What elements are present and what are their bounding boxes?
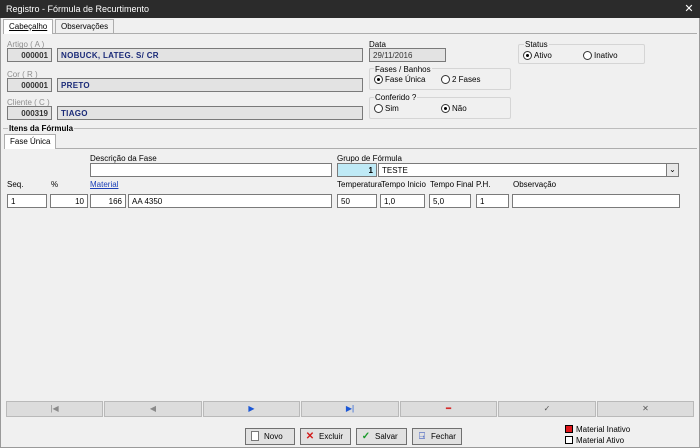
radio-selected-icon [374,75,383,85]
col-observacao-header: Observação [513,180,557,189]
tab-divider [3,33,697,34]
material-name-input[interactable]: AA 4350 [128,194,332,208]
tempo-final-input[interactable]: 5,0 [429,194,471,208]
close-icon: ✕ [642,404,649,413]
subtab-divider [4,148,697,149]
col-tempo-inicio-header: Tempo Inicio [381,180,426,189]
first-icon: |◀ [50,404,59,413]
next-icon: ▶ [248,404,255,413]
radio-icon [583,51,592,61]
duas-fases-radio[interactable]: 2 Fases [441,75,481,85]
window-title: Registro - Fórmula de Recurtimento [6,4,150,14]
status-inativo-label: Inativo [594,51,618,61]
minus-icon: ━ [446,404,451,413]
salvar-label: Salvar [375,432,398,441]
prev-icon: ◀ [149,404,157,413]
material-ativo-label: Material Ativo [576,436,625,445]
material-code-input[interactable]: 166 [90,194,126,208]
chevron-down-icon[interactable]: ⌄ [666,163,679,177]
cliente-code-field[interactable]: 000319 [7,106,52,120]
excluir-button[interactable]: ✕ Excluir [300,428,351,445]
status-label: Status [524,40,549,49]
first-record-button[interactable]: |◀ [6,401,103,417]
delete-icon: ✕ [305,431,315,442]
material-inativo-label: Material Inativo [576,425,631,434]
temperatura-input[interactable]: 50 [337,194,377,208]
grupo-code-input[interactable]: 1 [337,163,377,177]
grupo-select[interactable]: TESTE [378,163,667,177]
descricao-input[interactable] [90,163,332,177]
excluir-label: Excluir [319,432,344,441]
last-icon: ▶| [345,404,355,413]
fase-unica-radio[interactable]: Fase Única [374,75,426,85]
radio-icon [374,104,383,114]
conferido-sim-radio[interactable]: Sim [374,104,399,114]
last-record-button[interactable]: ▶| [301,401,399,417]
tab-observacoes-label: Observações [61,22,109,31]
radio-selected-icon [523,51,532,61]
duas-fases-label: 2 Fases [452,75,481,85]
col-pct-header: % [51,180,59,189]
radio-icon [441,75,450,85]
material-ativo-swatch [565,436,573,444]
seq-input[interactable]: 1 [7,194,47,208]
artigo-name-field[interactable]: NOBUCK, LATEG. S/ CR [57,48,363,62]
itens-section-title: Itens da Fórmula [8,124,75,133]
cancel-button[interactable]: ✕ [597,401,694,417]
next-record-button[interactable]: ▶ [203,401,300,417]
new-document-icon [251,431,259,441]
fases-label: Fases / Banhos [374,65,432,74]
subtab-fase-unica[interactable]: Fase Única [4,134,57,149]
col-ph-header: P.H. [476,180,491,189]
novo-button[interactable]: Novo [245,428,295,445]
cor-code-field[interactable]: 000001 [7,78,52,92]
pct-input[interactable]: 10 [50,194,88,208]
status-ativo-label: Ativo [534,51,552,61]
cor-name-field[interactable]: PRETO [57,78,363,92]
fechar-label: Fechar [431,432,456,441]
col-seq-header: Seq. [7,180,24,189]
check-icon: ✓ [543,404,551,413]
artigo-code-field[interactable]: 000001 [7,48,52,62]
tab-cabecalho-label: Cabeçalho [9,22,48,31]
door-exit-icon: ⍈ [419,431,425,442]
observacao-input[interactable] [512,194,680,208]
section-divider [3,128,697,129]
radio-selected-icon [441,104,450,114]
status-ativo-radio[interactable]: Ativo [523,51,552,61]
conferido-sim-label: Sim [385,104,399,114]
grupo-label: Grupo de Fórmula [337,154,402,163]
novo-label: Novo [264,432,283,441]
material-inativo-swatch [565,425,573,433]
tab-cabecalho[interactable]: Cabeçalho [3,19,54,34]
conferido-nao-label: Não [452,104,467,114]
confirm-button[interactable]: ✓ [498,401,596,417]
col-temperatura-header: Temperatura [337,180,382,189]
conferido-nao-radio[interactable]: Não [441,104,467,114]
conferido-label: Conferido ? [374,93,418,102]
descricao-label: Descrição da Fase [90,154,157,163]
fechar-button[interactable]: ⍈ Fechar [412,428,462,445]
tab-observacoes[interactable]: Observações [55,19,115,34]
subtab-fase-unica-label: Fase Única [10,137,51,146]
title-bar: Registro - Fórmula de Recurtimento ✕ [0,0,700,18]
delete-record-button[interactable]: ━ [400,401,497,417]
data-field[interactable]: 29/11/2016 [369,48,446,62]
check-icon: ✓ [361,431,371,442]
close-icon[interactable]: ✕ [678,0,700,18]
salvar-button[interactable]: ✓ Salvar [356,428,407,445]
prev-record-button[interactable]: ◀ [104,401,202,417]
status-inativo-radio[interactable]: Inativo [583,51,618,61]
col-material-header[interactable]: Material [90,180,118,189]
ph-input[interactable]: 1 [476,194,509,208]
col-tempo-final-header: Tempo Final [430,180,474,189]
cliente-name-field[interactable]: TIAGO [57,106,363,120]
tempo-inicio-input[interactable]: 1,0 [380,194,425,208]
fase-unica-label: Fase Única [385,75,426,85]
